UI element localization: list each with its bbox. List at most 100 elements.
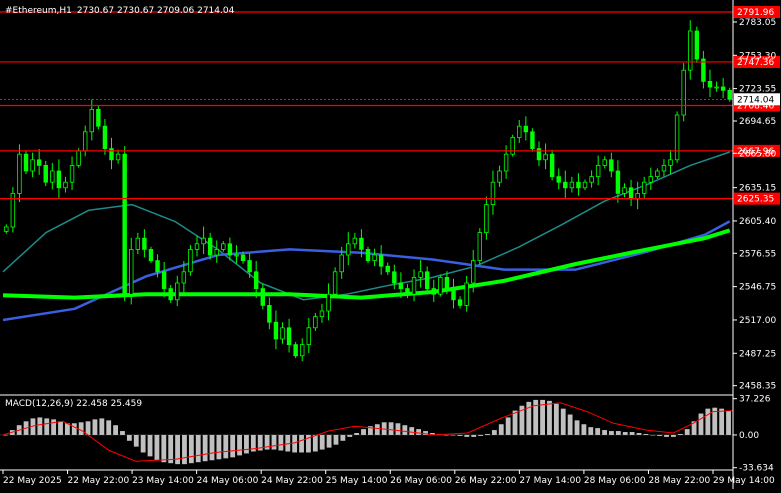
- candle-body: [536, 148, 542, 161]
- x-tick-label: 28 May 06:00: [584, 476, 646, 486]
- macd-bar: [354, 433, 360, 435]
- x-tick-label: 24 May 22:00: [261, 476, 323, 486]
- macd-bar: [188, 434, 194, 464]
- macd-bar: [99, 418, 105, 435]
- candle-body: [326, 293, 331, 312]
- candle-body: [556, 176, 561, 183]
- candle: [122, 146, 127, 302]
- candle-body: [727, 89, 732, 100]
- macd-bar: [478, 434, 484, 436]
- candle-body: [280, 327, 285, 340]
- macd-bar: [133, 434, 139, 447]
- candle-body: [214, 248, 219, 256]
- macd-bar: [319, 434, 325, 450]
- candle: [10, 187, 16, 233]
- candle-body: [688, 30, 693, 71]
- candle-body: [319, 310, 325, 317]
- candle-body: [444, 276, 450, 289]
- candle-body: [503, 153, 509, 172]
- macd-bar: [657, 434, 663, 436]
- macd-bar: [326, 434, 332, 448]
- macd-bar: [92, 419, 98, 435]
- candle-body: [247, 260, 252, 273]
- candle-body: [23, 153, 29, 172]
- macd-bar: [147, 434, 153, 457]
- macd-bar: [485, 433, 490, 435]
- candle-body: [378, 254, 384, 267]
- level-tag-label: 2791.96: [737, 8, 774, 18]
- macd-bar: [126, 434, 132, 441]
- price-chart[interactable]: 2791.962747.362708.462667.962625.352714.…: [0, 0, 781, 489]
- candle-body: [674, 114, 680, 161]
- y-tick-label: 2576.55: [739, 249, 776, 259]
- candle-body: [471, 260, 476, 284]
- macd-bar: [560, 408, 566, 435]
- x-tick-label: 22 May 2025: [3, 476, 62, 486]
- candle-body: [392, 271, 397, 284]
- candle-body: [313, 316, 318, 329]
- candle-body: [622, 187, 627, 194]
- macd-bar: [705, 408, 711, 435]
- candle-body: [431, 288, 436, 295]
- candle-body: [484, 204, 489, 234]
- candle-body: [56, 170, 62, 189]
- candle: [530, 128, 535, 152]
- candle-body: [720, 86, 726, 91]
- candle-body: [43, 164, 48, 183]
- candle-body: [668, 159, 673, 166]
- macd-bar: [574, 420, 580, 435]
- candle-body: [63, 181, 68, 189]
- candle-body: [89, 109, 94, 133]
- macd-bar: [37, 417, 43, 435]
- candle-body: [201, 237, 206, 245]
- candle-body: [115, 153, 121, 161]
- candle-body: [240, 254, 246, 261]
- macd-bar: [216, 434, 222, 460]
- current-price-label: 2714.04: [737, 95, 774, 105]
- candle: [510, 134, 515, 157]
- macd-bar: [464, 434, 470, 437]
- candle-body: [569, 181, 575, 189]
- y-tick-label: 2665.80: [739, 149, 776, 159]
- candle-body: [510, 136, 515, 155]
- candle-body: [582, 181, 588, 189]
- macd-bar: [650, 434, 656, 436]
- candle-body: [175, 282, 180, 301]
- candle: [96, 105, 101, 130]
- candle-body: [372, 254, 377, 261]
- chart-area[interactable]: 2791.96 2747.36 2708.46 2667.96 2625.35 2714.…: [0, 0, 781, 489]
- macd-bar: [64, 423, 70, 435]
- macd-bar: [671, 434, 676, 437]
- candle-body: [530, 131, 535, 150]
- candle-body: [385, 265, 390, 273]
- candle-body: [339, 254, 344, 273]
- candle-body: [438, 276, 443, 295]
- macd-title: MACD(12,26,9) 22.458 25.459: [5, 399, 142, 409]
- x-tick-label: 29 May 14:00: [713, 476, 775, 486]
- macd-bar: [58, 421, 63, 435]
- macd-bar: [443, 434, 449, 436]
- candle-body: [300, 344, 305, 357]
- macd-bar: [491, 430, 497, 435]
- candle-body: [451, 288, 456, 301]
- candle-body: [352, 237, 358, 245]
- candle-body: [4, 226, 9, 232]
- candle-body: [286, 327, 292, 345]
- macd-bar: [271, 434, 277, 450]
- x-tick-label: 22 May 22:00: [68, 476, 130, 486]
- candle: [293, 341, 298, 359]
- macd-bar: [195, 434, 201, 463]
- candle-body: [30, 159, 35, 172]
- macd-bar: [719, 408, 725, 435]
- candle-body: [523, 125, 529, 133]
- candle-body: [142, 237, 147, 250]
- macd-bar: [677, 433, 683, 435]
- macd-bar: [595, 428, 601, 435]
- candle-body: [82, 131, 88, 152]
- candle-body: [714, 86, 719, 89]
- y-tick-label: 2458.35: [739, 382, 776, 392]
- macd-bar: [416, 429, 422, 435]
- macd-bar: [512, 410, 518, 435]
- candle-body: [227, 243, 233, 256]
- y-tick-label: 2635.15: [739, 184, 776, 194]
